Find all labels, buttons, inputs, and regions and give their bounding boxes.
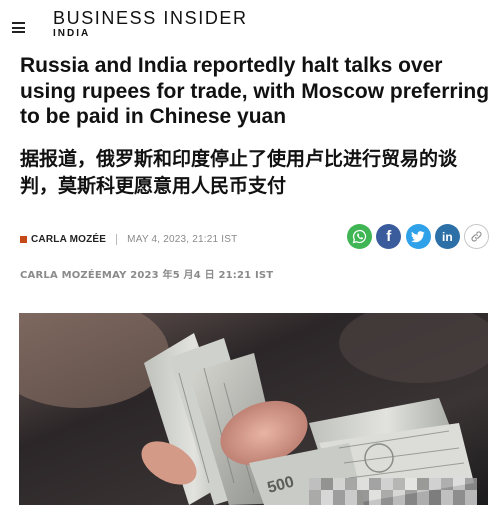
- article-title-english: Russia and India reportedly halt talks o…: [20, 54, 490, 128]
- copy-link-button[interactable]: [464, 224, 490, 249]
- byline-divider: [116, 233, 118, 245]
- brand-logo[interactable]: BUSINESS INSIDER: [53, 9, 248, 27]
- linkedin-share-button[interactable]: in: [434, 224, 460, 249]
- edition-label: INDIA: [53, 28, 91, 39]
- author-name[interactable]: CARLA MOZÉE: [31, 234, 106, 245]
- publish-date: MAY 4, 2023, 21:21 IST: [127, 233, 238, 245]
- linkedin-icon: in: [442, 229, 453, 244]
- byline: CARLA MOZÉE MAY 4, 2023, 21:21 IST: [20, 232, 237, 246]
- site-header: BUSINESS INSIDER INDIA: [0, 0, 500, 46]
- facebook-share-button[interactable]: f: [376, 224, 402, 249]
- article-title-chinese: 据报道，俄罗斯和印度停止了使用卢比进行贸易的谈判，莫斯科更愿意用人民币支付: [20, 148, 458, 197]
- article-hero-image: 500: [19, 313, 488, 505]
- hamburger-menu-icon[interactable]: [12, 22, 25, 33]
- whatsapp-icon: [352, 229, 367, 244]
- facebook-icon: f: [386, 228, 392, 245]
- banknotes-photo: 500: [19, 313, 488, 505]
- link-icon: [471, 231, 482, 242]
- whatsapp-share-button[interactable]: [347, 224, 372, 249]
- share-bar: f in: [347, 224, 493, 249]
- twitter-share-button[interactable]: [405, 224, 431, 249]
- byline-translated: CARLA MOZÉEMAY 2023 年5 月4 日 21:21 IST: [20, 270, 274, 281]
- twitter-icon: [411, 230, 425, 242]
- author-marker-icon: [20, 235, 27, 243]
